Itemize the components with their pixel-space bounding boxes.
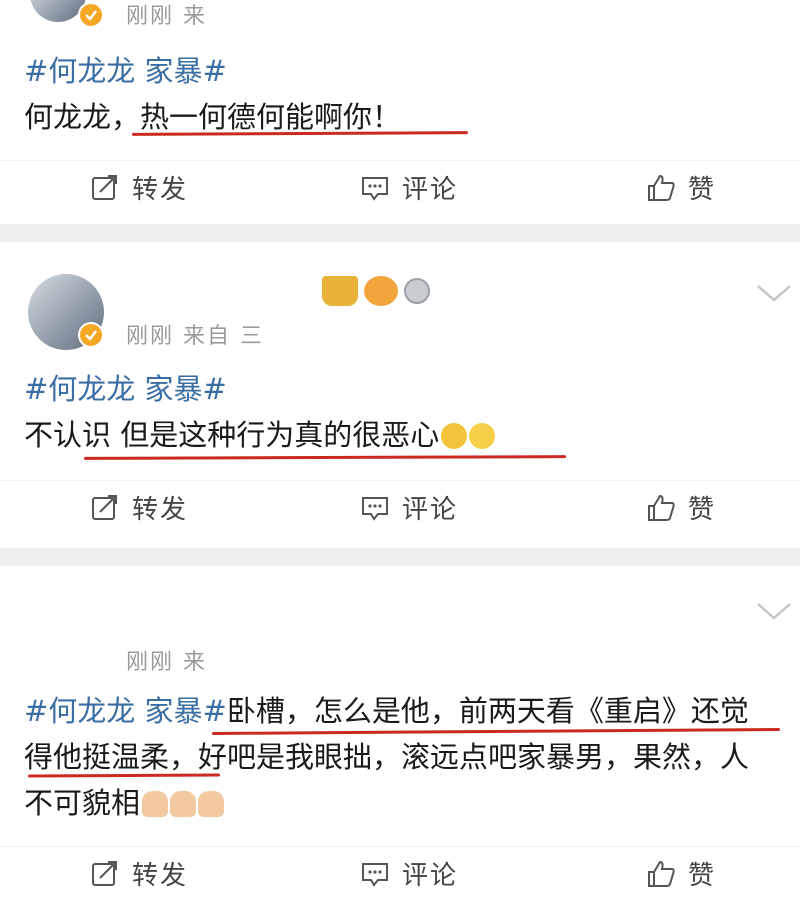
pray-emoji-icon [170, 791, 197, 817]
topic-link[interactable]: #何龙龙 家暴# [24, 694, 227, 728]
comment-label: 评论 [402, 495, 459, 525]
crying-emoji-icon [441, 423, 468, 449]
action-bar: 转发 评论 赞 [0, 160, 800, 221]
like-button[interactable]: 赞 [646, 489, 716, 526]
action-bar: 转发 评论 赞 [0, 846, 800, 907]
post-text-line1: 卧槽，怎么是他，前两天看《重启》还觉 [226, 694, 749, 728]
user-badges [322, 276, 430, 306]
comment-icon [362, 862, 388, 887]
like-label: 赞 [688, 175, 717, 205]
action-bar: 转发 评论 赞 [0, 480, 800, 541]
pray-emoji-icon [142, 791, 169, 817]
comment-icon [362, 176, 388, 201]
post-2: 刚刚 来自 三 #何龙龙 家暴# 不认识 但是这种行为真的很恶心 转发 评论 赞 [0, 242, 800, 548]
comment-label: 评论 [402, 861, 459, 891]
post-meta-text: 刚刚 来 [126, 4, 207, 29]
topic-link[interactable]: #何龙龙 家暴# [24, 372, 227, 406]
red-underline [83, 455, 567, 460]
repost-label: 转发 [132, 495, 189, 525]
like-icon [648, 860, 675, 887]
like-label: 赞 [688, 861, 717, 891]
chevron-down-icon[interactable] [754, 600, 794, 624]
post-meta: 刚刚 来自 三 [126, 316, 264, 352]
like-button[interactable]: 赞 [646, 169, 716, 206]
repost-label: 转发 [132, 175, 189, 205]
post-meta: 刚刚 来 [126, 642, 207, 678]
separator [0, 224, 800, 242]
repost-icon [92, 494, 117, 520]
post-text-plain: 不认识 [24, 418, 121, 452]
post-meta-text: 刚刚 来自 三 [126, 324, 264, 349]
post-text-plain: 何龙龙， [24, 100, 141, 134]
medal-badge-icon [404, 278, 430, 304]
comment-label: 评论 [402, 175, 459, 205]
repost-button[interactable]: 转发 [90, 489, 188, 526]
like-icon [648, 174, 675, 201]
comment-button[interactable]: 评论 [360, 169, 458, 206]
topic-link[interactable]: #何龙龙 家暴# [24, 54, 227, 88]
separator [0, 548, 800, 566]
pray-emoji-icon [198, 791, 225, 817]
post-text: #何龙龙 家暴#卧槽，怎么是他，前两天看《重启》还觉 得他挺温柔，好吧是我眼拙，… [24, 688, 780, 826]
like-button[interactable]: 赞 [646, 855, 716, 892]
comment-icon [362, 496, 388, 521]
comment-button[interactable]: 评论 [360, 855, 458, 892]
crown-badge-icon [322, 276, 358, 306]
thinking-emoji-icon [469, 423, 496, 449]
like-label: 赞 [688, 495, 717, 525]
post-text-line3: 不可貌相 [24, 786, 141, 820]
post-meta-text: 刚刚 来 [126, 650, 207, 675]
like-icon [648, 494, 675, 521]
post-meta: 刚刚 来 [126, 0, 207, 32]
post-text: #何龙龙 家暴# 不认识 但是这种行为真的很恶心 [24, 366, 780, 458]
post-text: #何龙龙 家暴# 何龙龙，热一何德何能啊你！ [24, 48, 780, 140]
repost-icon [92, 174, 117, 200]
post-text-underlined: 热一何德何能啊你！ [140, 100, 402, 134]
verified-badge-icon [78, 322, 104, 348]
repost-icon [92, 860, 117, 886]
comment-button[interactable]: 评论 [360, 489, 458, 526]
repost-button[interactable]: 转发 [90, 169, 188, 206]
verified-badge-icon [78, 2, 104, 28]
repost-button[interactable]: 转发 [90, 855, 188, 892]
repost-label: 转发 [132, 861, 189, 891]
post-3: 刚刚 来 #何龙龙 家暴#卧槽，怎么是他，前两天看《重启》还觉 得他挺温柔，好吧… [0, 566, 800, 892]
fish-badge-icon [364, 276, 398, 306]
post-1: 刚刚 来 #何龙龙 家暴# 何龙龙，热一何德何能啊你！ 转发 评论 赞 [0, 0, 800, 224]
chevron-down-icon[interactable] [754, 282, 794, 306]
post-text-underlined: 但是这种行为真的很恶心 [120, 418, 440, 452]
